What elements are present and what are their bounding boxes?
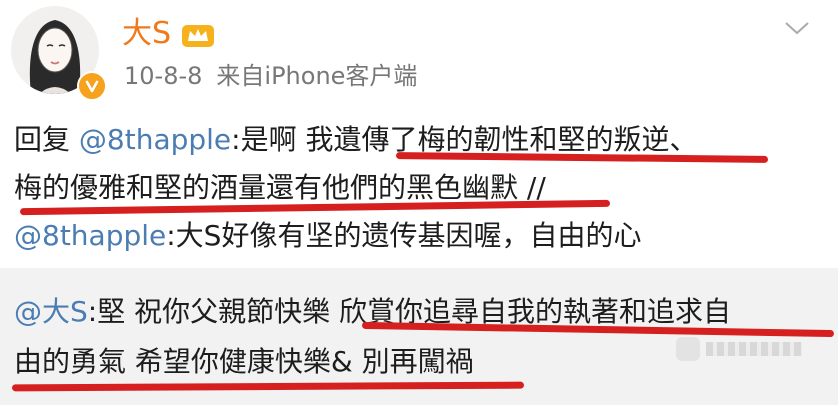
- post-source: 来自iPhone客户端: [216, 62, 418, 90]
- highlight-underline: [395, 152, 769, 163]
- watermark-text-blurred: [706, 342, 802, 356]
- repost-text: 由的勇氣 希望你健康快樂& 別再闖禍: [14, 345, 474, 378]
- chevron-down-icon[interactable]: [784, 20, 810, 36]
- post-text: :大S好像有坚的遗传基因喔，自由的心: [166, 219, 642, 252]
- crown-icon: [180, 21, 216, 49]
- post-text: 梅的優雅和堅的酒量還有他們的黑色幽默 //: [14, 171, 546, 204]
- mention-link[interactable]: @大S: [14, 295, 88, 328]
- post-date: 10-8-8: [124, 62, 203, 90]
- watermark: [676, 336, 806, 362]
- watermark-logo-icon: [676, 337, 700, 361]
- post-text: :是啊 我遺傳了梅的韌性和堅的叛逆、: [231, 123, 698, 156]
- mention-link[interactable]: @8thapple: [79, 123, 231, 156]
- vip-badge-icon: [77, 71, 107, 101]
- post-text-line-3: @8thapple:大S好像有坚的遗传基因喔，自由的心: [14, 216, 641, 256]
- repost-text-line-2: 由的勇氣 希望你健康快樂& 別再闖禍: [14, 342, 474, 382]
- mention-link[interactable]: @8thapple: [14, 219, 166, 252]
- reply-prefix: 回复: [14, 123, 79, 156]
- post-meta: 10-8-8 来自iPhone客户端: [124, 62, 417, 90]
- author-name[interactable]: 大S: [122, 17, 171, 51]
- post-header: 大S 10-8-8 来自iPhone客户端: [0, 0, 838, 110]
